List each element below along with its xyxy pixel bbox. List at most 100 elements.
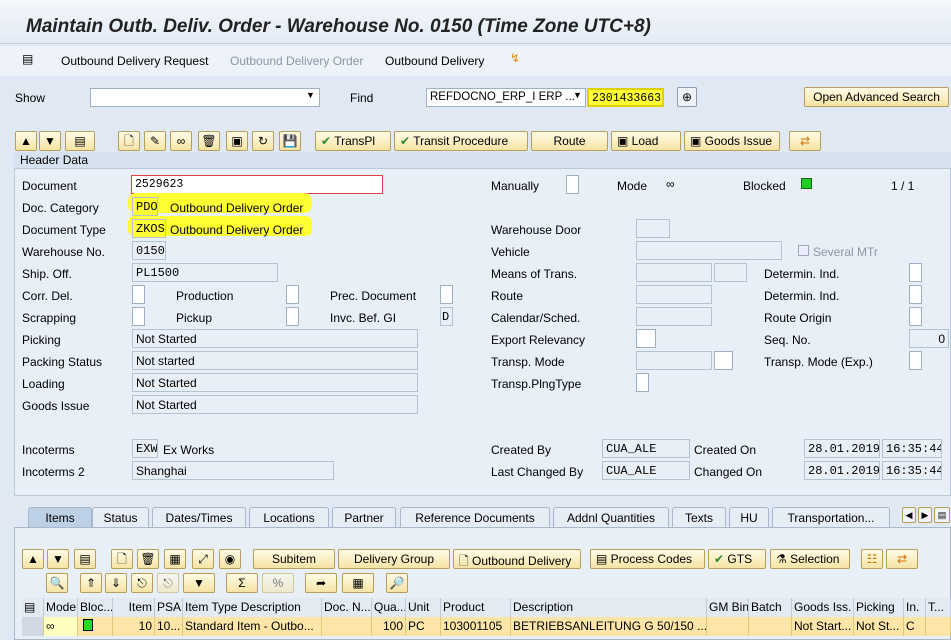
tab-status[interactable]: Status xyxy=(92,507,149,527)
tab-addnl-quantities[interactable]: Addnl Quantities xyxy=(553,507,669,527)
column-header[interactable]: Bloc... xyxy=(78,598,113,617)
find-label: Find xyxy=(350,91,374,105)
column-header[interactable]: In. xyxy=(904,598,926,617)
subitem-button[interactable]: Subitem xyxy=(253,549,335,569)
delete-icon[interactable]: 🗑 xyxy=(198,131,220,151)
save-icon[interactable]: 💾 xyxy=(279,131,301,151)
tab-transportation[interactable]: Transportation... xyxy=(772,507,890,527)
pickup-checkbox[interactable] xyxy=(286,307,299,326)
column-header[interactable]: Goods Iss. xyxy=(792,598,854,617)
column-header[interactable]: Description xyxy=(511,598,707,617)
doc-category-label: Doc. Category xyxy=(22,201,99,215)
tab-scroll-left-icon[interactable]: ◀ xyxy=(902,507,916,523)
gts-button[interactable]: ✔ GTS xyxy=(708,549,766,569)
display-toggle-icon[interactable]: ∞ xyxy=(170,131,192,151)
seq-field: 0 xyxy=(909,329,949,348)
menu-outbound-delivery[interactable]: Outbound Delivery xyxy=(385,54,484,68)
selection-button[interactable]: ⚗ Selection xyxy=(770,549,850,569)
find-icon[interactable]: ⎋ xyxy=(131,573,153,593)
arrow-up-icon[interactable]: ▲ xyxy=(22,549,44,569)
refresh-icon[interactable]: ↻ xyxy=(252,131,274,151)
tab-reference-documents[interactable]: Reference Documents xyxy=(400,507,550,527)
edit-icon[interactable]: ✎ xyxy=(144,131,166,151)
export-icon[interactable]: ➦ xyxy=(305,573,337,593)
row-selector[interactable] xyxy=(22,617,44,636)
arrow-down-icon[interactable]: ▼ xyxy=(47,549,69,569)
tab-partner[interactable]: Partner xyxy=(332,507,396,527)
transit-procedure-button[interactable]: ✔ Transit Procedure xyxy=(394,131,528,151)
scrapping-checkbox[interactable] xyxy=(132,307,145,326)
route-icon[interactable]: ↯ xyxy=(510,51,520,65)
execute-search-icon[interactable]: ⊕ xyxy=(677,87,697,107)
list-icon[interactable]: ▤ xyxy=(22,52,33,66)
tab-items[interactable]: Items xyxy=(28,507,92,527)
split-icon[interactable]: ▦ xyxy=(164,549,186,569)
column-header[interactable]: Item Type Description xyxy=(183,598,322,617)
partner-icon[interactable]: ◉ xyxy=(219,549,241,569)
lock-icon[interactable]: ▣ xyxy=(226,131,248,151)
arrow-up-icon[interactable]: ▲ xyxy=(15,131,37,151)
column-header[interactable]: Unit xyxy=(406,598,441,617)
expand-icon[interactable]: ⤢ xyxy=(192,549,214,569)
info-icon[interactable]: 🔎 xyxy=(386,573,408,593)
tab-hu[interactable]: HU xyxy=(729,507,769,527)
column-header[interactable]: Mode xyxy=(44,598,78,617)
layout-select-icon[interactable]: ▦ xyxy=(342,573,374,593)
transpl-button[interactable]: ✔ TransPl xyxy=(315,131,391,151)
tab-dates-times[interactable]: Dates/Times xyxy=(152,507,246,527)
outbound-delivery-button[interactable]: 🗋 Outbound Delivery xyxy=(453,549,581,569)
sum-icon[interactable]: Σ xyxy=(226,573,258,593)
column-header[interactable]: PSA xyxy=(155,598,183,617)
column-header[interactable]: Picking xyxy=(854,598,904,617)
column-header[interactable]: T... xyxy=(926,598,951,617)
delete-icon[interactable]: 🗑 xyxy=(137,549,159,569)
filter-icon[interactable]: ▼ xyxy=(183,573,215,593)
layout-icon[interactable]: ⇄ xyxy=(886,549,918,569)
several-mtr-checkbox[interactable] xyxy=(798,245,809,256)
hierarchy-icon[interactable]: ☷ xyxy=(861,549,883,569)
prec-doc-label: Prec. Document xyxy=(330,289,417,303)
process-codes-button[interactable]: ▤ Process Codes xyxy=(590,549,705,569)
document-input[interactable]: 2529623 xyxy=(131,175,383,194)
select-all-icon[interactable]: ▤ xyxy=(22,598,44,617)
tab-locations[interactable]: Locations xyxy=(249,507,329,527)
open-advanced-search-button[interactable]: Open Advanced Search xyxy=(804,87,949,107)
route-button[interactable]: Route xyxy=(531,131,608,151)
arrow-down-icon[interactable]: ▼ xyxy=(39,131,61,151)
manually-checkbox[interactable] xyxy=(566,175,579,194)
production-checkbox[interactable] xyxy=(286,285,299,304)
column-header[interactable]: Qua... xyxy=(372,598,406,617)
sort-descending-icon[interactable]: ⇓ xyxy=(105,573,127,593)
tab-texts[interactable]: Texts xyxy=(672,507,726,527)
column-header[interactable]: GM Bin xyxy=(707,598,749,617)
goods-issue-button[interactable]: ▣ Goods Issue xyxy=(684,131,780,151)
chevron-down-icon[interactable]: ▼ xyxy=(573,90,582,100)
column-header[interactable]: Doc. N... xyxy=(322,598,372,617)
details-icon[interactable]: ▤ xyxy=(74,549,96,569)
chevron-down-icon[interactable]: ▼ xyxy=(306,90,315,100)
find-value-input[interactable]: 2301433663 xyxy=(587,88,664,107)
corr-del-checkbox[interactable] xyxy=(132,285,145,304)
prec-doc-checkbox[interactable] xyxy=(440,285,453,304)
menu-outbound-delivery-order[interactable]: Outbound Delivery Order xyxy=(230,54,363,68)
find-field-select[interactable]: REFDOCNO_ERP_I ERP ... xyxy=(426,88,586,107)
details-zoom-icon[interactable]: 🔍 xyxy=(46,573,68,593)
blocked-status-icon xyxy=(801,178,812,189)
subtotal-icon[interactable]: % xyxy=(262,573,294,593)
show-select[interactable] xyxy=(90,88,320,107)
menu-outbound-delivery-request[interactable]: Outbound Delivery Request xyxy=(61,54,208,68)
new-item-icon[interactable]: 🗋 xyxy=(111,549,133,569)
sort-ascending-icon[interactable]: ⇑ xyxy=(80,573,102,593)
new-document-icon[interactable]: 🗋 xyxy=(118,131,140,151)
tab-scroll-right-icon[interactable]: ▶ xyxy=(918,507,932,523)
tab-list-icon[interactable]: ▤ xyxy=(934,507,950,523)
load-button[interactable]: ▣ Load xyxy=(611,131,681,151)
layout-icon[interactable]: ⇄ xyxy=(789,131,821,151)
delivery-group-button[interactable]: Delivery Group xyxy=(338,549,450,569)
column-header[interactable]: Product xyxy=(441,598,511,617)
column-header[interactable]: Batch xyxy=(749,598,792,617)
column-header[interactable]: Item xyxy=(113,598,155,617)
find-next-icon[interactable]: ⎋ xyxy=(157,573,179,593)
details-icon[interactable]: ▤ xyxy=(65,131,95,151)
table-cell xyxy=(707,617,749,636)
